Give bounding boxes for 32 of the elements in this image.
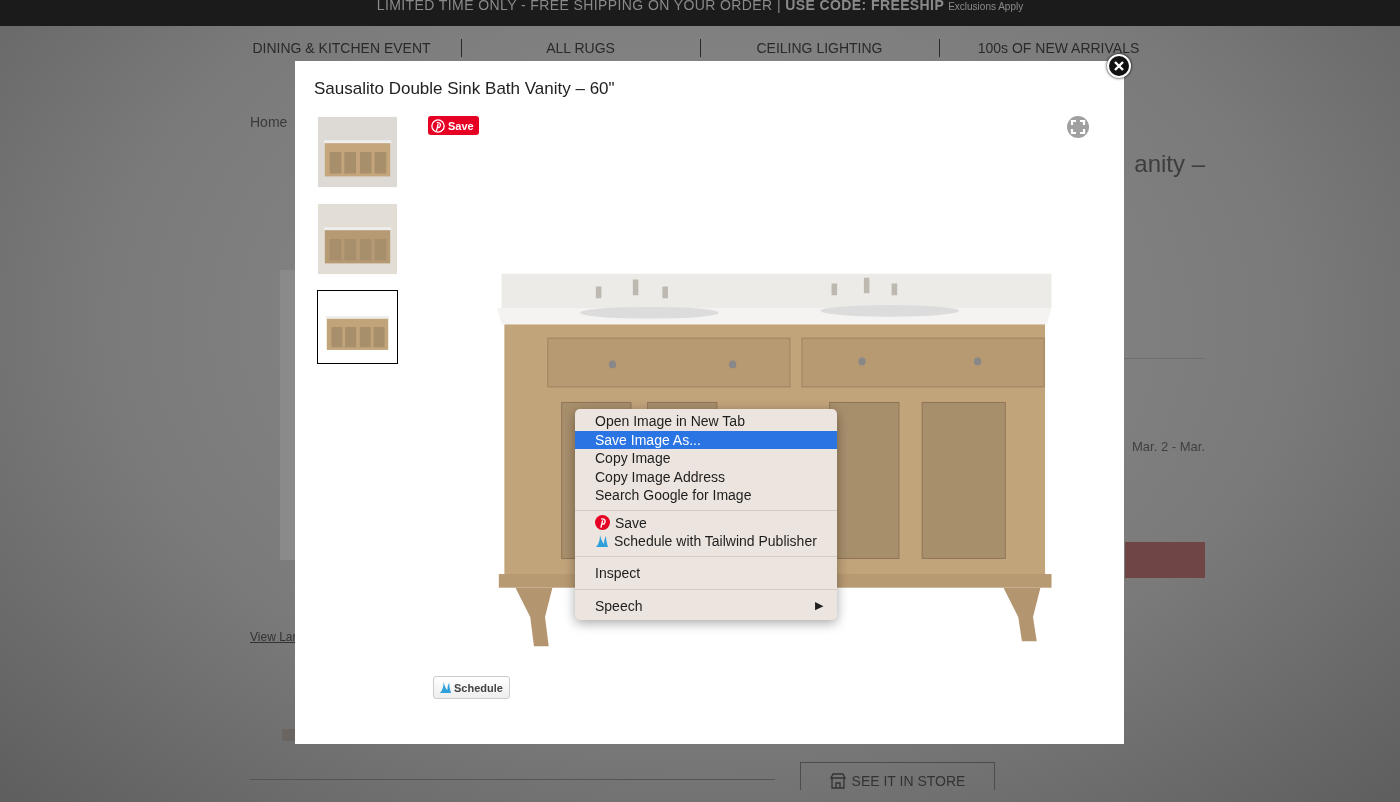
product-title: anity – bbox=[1134, 150, 1205, 178]
pin-icon bbox=[431, 118, 445, 133]
sail-icon bbox=[595, 534, 609, 549]
exclusions-note: Exclusions Apply bbox=[948, 1, 1024, 13]
menu-item[interactable]: Schedule with Tailwind Publisher bbox=[575, 532, 837, 551]
thumbnail[interactable] bbox=[317, 290, 398, 364]
submenu-arrow: ▶ bbox=[815, 599, 823, 612]
menu-item[interactable]: Inspect bbox=[575, 561, 837, 584]
pin-icon bbox=[595, 515, 610, 531]
nav-link[interactable]: ALL RUGS bbox=[461, 39, 701, 57]
menu-item[interactable]: Copy Image bbox=[575, 449, 837, 468]
store-icon bbox=[829, 773, 846, 789]
menu-item[interactable]: Search Google for Image bbox=[575, 486, 837, 505]
fullscreen-icon[interactable] bbox=[1066, 115, 1090, 139]
thumbnail[interactable] bbox=[317, 203, 398, 275]
menu-item[interactable]: Save bbox=[575, 513, 837, 532]
menu-item[interactable]: Speech ▶ bbox=[575, 594, 837, 617]
sail-icon bbox=[439, 681, 452, 694]
menu-item[interactable]: Open Image in New Tab bbox=[575, 412, 837, 431]
nav-link[interactable]: DINING & KITCHEN EVENT bbox=[222, 39, 462, 57]
nav-link[interactable]: CEILING LIGHTING bbox=[700, 39, 940, 57]
promo-text: LIMITED TIME ONLY - FREE SHIPPING ON YOUR ORDER | USE CODE: FREESHIP bbox=[376, 0, 945, 11]
close-icon bbox=[1114, 61, 1124, 71]
menu-item[interactable]: Copy Image Address bbox=[575, 467, 837, 486]
delivery-dates: Mar. 2 - Mar. bbox=[1132, 439, 1205, 454]
close-button[interactable] bbox=[1107, 54, 1131, 78]
thumbnail[interactable] bbox=[317, 116, 398, 188]
nav-link[interactable]: 100s OF NEW ARRIVALS bbox=[939, 39, 1178, 57]
menu-item[interactable]: Save Image As... bbox=[575, 430, 837, 449]
lightbox-title: Sausalito Double Sink Bath Vanity – 60" bbox=[314, 78, 616, 100]
schedule-button[interactable]: Schedule bbox=[433, 676, 510, 699]
pin-save-button[interactable]: Save bbox=[428, 116, 479, 135]
